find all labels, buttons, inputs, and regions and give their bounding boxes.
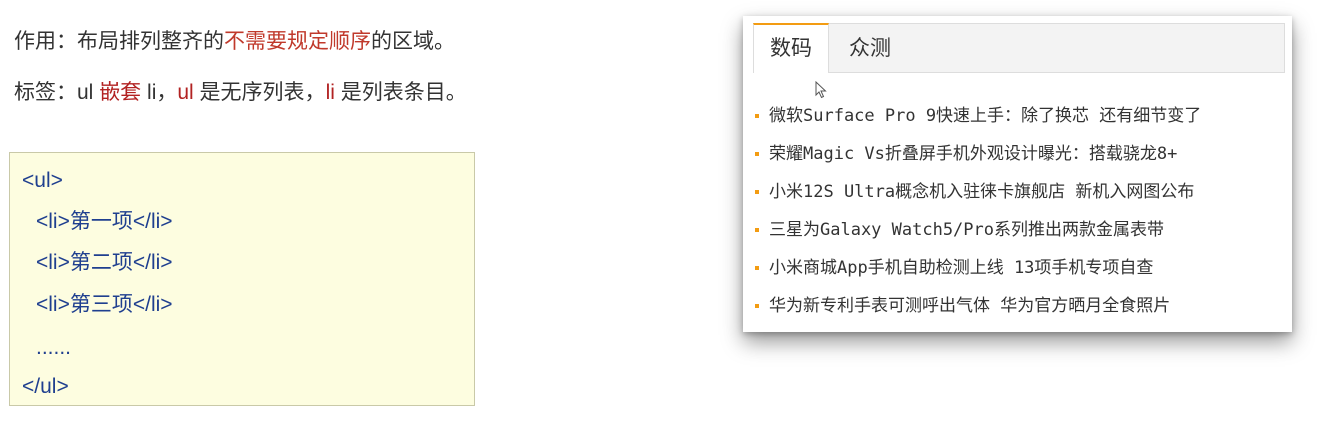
tab-crowd-test[interactable]: 众测 xyxy=(840,23,900,73)
tags-ul: ul xyxy=(177,81,194,104)
purpose-prefix: 作用：布局排列整齐的 xyxy=(14,30,224,53)
news-item[interactable]: 微软Surface Pro 9快速上手：除了换芯 还有细节变了 xyxy=(755,97,1201,135)
code-line-item-3: <li>第三项</li> xyxy=(36,293,173,316)
tags-mid: li， xyxy=(141,81,178,104)
tags-line: 标签：ul 嵌套 li，ul 是无序列表，li 是列表条目。 xyxy=(14,78,467,108)
news-item-text: 华为新专利手表可测呼出气体 华为官方晒月全食照片 xyxy=(769,296,1171,316)
news-item-text: 小米商城App手机自助检测上线 13项手机专项自查 xyxy=(769,258,1154,278)
bullet-icon xyxy=(755,304,759,308)
purpose-line: 作用：布局排列整齐的不需要规定顺序的区域。 xyxy=(14,27,455,57)
bullet-icon xyxy=(755,190,759,194)
tags-nest: 嵌套 xyxy=(99,81,142,104)
bullet-icon xyxy=(755,266,759,270)
bullet-icon xyxy=(755,228,759,232)
tags-prefix: 标签：ul xyxy=(14,81,100,104)
purpose-suffix: 的区域。 xyxy=(371,30,455,53)
news-item-text: 微软Surface Pro 9快速上手：除了换芯 还有细节变了 xyxy=(769,106,1202,126)
tab-bar: 数码 众测 xyxy=(753,23,1285,73)
news-item-text: 荣耀Magic Vs折叠屏手机外观设计曝光：搭载骁龙8+ xyxy=(769,144,1178,164)
news-list: 微软Surface Pro 9快速上手：除了换芯 还有细节变了 荣耀Magic … xyxy=(755,97,1201,325)
news-item[interactable]: 荣耀Magic Vs折叠屏手机外观设计曝光：搭载骁龙8+ xyxy=(755,135,1201,173)
code-line-ellipsis: ...... xyxy=(36,336,72,359)
code-line-item-1: <li>第一项</li> xyxy=(36,210,173,233)
code-line-ul-close: </ul> xyxy=(22,375,69,398)
news-item[interactable]: 三星为Galaxy Watch5/Pro系列推出两款金属表带 xyxy=(755,211,1201,249)
tags-mid2: 是无序列表， xyxy=(193,81,326,104)
news-item[interactable]: 小米商城App手机自助检测上线 13项手机专项自查 xyxy=(755,249,1201,287)
news-item-text: 三星为Galaxy Watch5/Pro系列推出两款金属表带 xyxy=(769,220,1164,240)
news-item[interactable]: 小米12S Ultra概念机入驻徕卡旗舰店 新机入网图公布 xyxy=(755,173,1201,211)
purpose-highlight: 不需要规定顺序 xyxy=(224,30,371,53)
tab-digital[interactable]: 数码 xyxy=(753,23,829,73)
code-line-item-2: <li>第二项</li> xyxy=(36,251,173,274)
news-item[interactable]: 华为新专利手表可测呼出气体 华为官方晒月全食照片 xyxy=(755,287,1201,325)
code-sample-box: <ul> <li>第一项</li> <li>第二项</li> <li>第三项</… xyxy=(9,152,475,406)
news-item-text: 小米12S Ultra概念机入驻徕卡旗舰店 新机入网图公布 xyxy=(769,182,1195,202)
tags-suffix: 是列表条目。 xyxy=(334,81,467,104)
tags-li: li xyxy=(325,81,335,104)
code-line-ul-open: <ul> xyxy=(22,169,63,192)
bullet-icon xyxy=(755,152,759,156)
bullet-icon xyxy=(755,114,759,118)
